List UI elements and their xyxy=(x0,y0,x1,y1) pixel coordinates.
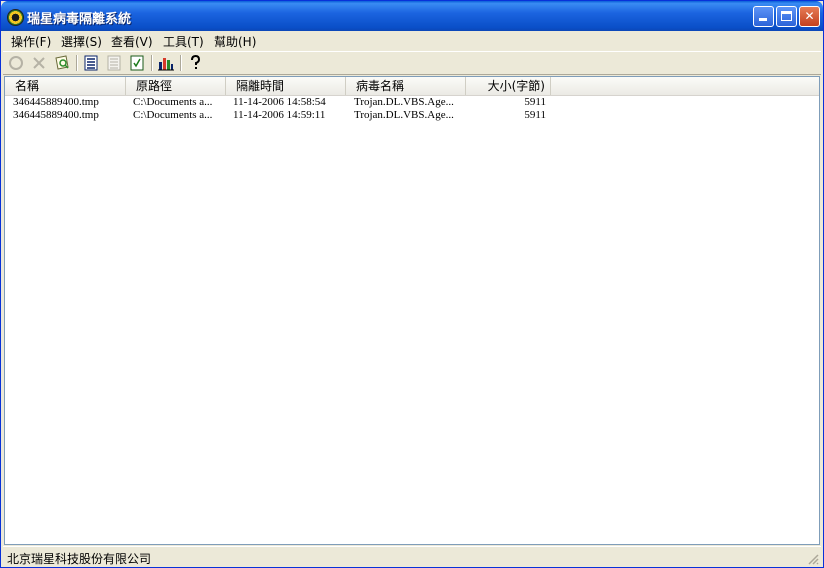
toolbar xyxy=(3,51,821,75)
column-header-quarantine-time[interactable]: 隔離時間 xyxy=(226,77,346,95)
menu-help[interactable]: 幫助(H) xyxy=(214,33,256,50)
minimize-icon xyxy=(759,18,767,21)
cell-name: 346445889400.tmp xyxy=(13,109,99,121)
column-header-size[interactable]: 大小(字節) xyxy=(466,77,551,95)
cell-quarantine-time: 11-14-2006 14:58:54 xyxy=(233,96,326,108)
cell-size: 5911 xyxy=(524,109,546,121)
scan-file-icon[interactable] xyxy=(53,54,71,72)
table-row[interactable]: 346445889400.tmp C:\Documents a... 11-14… xyxy=(5,96,819,109)
grid-list-icon[interactable] xyxy=(105,54,123,72)
quarantine-list[interactable]: 名稱 原路徑 隔離時間 病毒名稱 大小(字節) 346445889400.tmp… xyxy=(4,76,820,545)
menu-bar: 操作(F) 選擇(S) 查看(V) 工具(T) 幫助(H) xyxy=(3,31,821,50)
window-title: 瑞星病毒隔離系統 xyxy=(27,12,132,27)
maximize-button[interactable] xyxy=(776,6,797,27)
toolbar-separator xyxy=(151,55,153,71)
delete-x-icon[interactable] xyxy=(30,54,48,72)
main-window: 瑞星病毒隔離系統 ✕ 操作(F) 選擇(S) 查看(V) 工具(T) 幫助(H) xyxy=(0,0,824,568)
maximize-icon xyxy=(781,11,792,21)
list-header: 名稱 原路徑 隔離時間 病毒名稱 大小(字節) xyxy=(5,77,819,96)
menu-view[interactable]: 查看(V) xyxy=(111,33,153,50)
column-header-original-path[interactable]: 原路徑 xyxy=(126,77,226,95)
resize-grip-icon[interactable] xyxy=(807,553,819,565)
table-row[interactable]: 346445889400.tmp C:\Documents a... 11-14… xyxy=(5,109,819,122)
title-bar[interactable]: 瑞星病毒隔離系統 ✕ xyxy=(1,1,823,31)
cell-quarantine-time: 11-14-2006 14:59:11 xyxy=(233,109,326,121)
cell-virus-name: Trojan.DL.VBS.Age... xyxy=(354,109,454,121)
menu-tools[interactable]: 工具(T) xyxy=(163,33,204,50)
status-bar: 北京瑞星科技股份有限公司 xyxy=(3,546,821,567)
close-button[interactable]: ✕ xyxy=(799,6,820,27)
cell-virus-name: Trojan.DL.VBS.Age... xyxy=(354,96,454,108)
menu-select[interactable]: 選擇(S) xyxy=(61,33,102,50)
minimize-button[interactable] xyxy=(753,6,774,27)
restore-circle-icon[interactable] xyxy=(7,54,25,72)
cell-original-path: C:\Documents a... xyxy=(133,109,213,121)
column-header-virus-name[interactable]: 病毒名稱 xyxy=(346,77,466,95)
bar-chart-icon[interactable] xyxy=(157,54,175,72)
help-icon[interactable] xyxy=(186,54,204,72)
cell-size: 5911 xyxy=(524,96,546,108)
close-icon: ✕ xyxy=(804,9,815,23)
cell-name: 346445889400.tmp xyxy=(13,96,99,108)
cell-original-path: C:\Documents a... xyxy=(133,96,213,108)
doc-check-icon[interactable] xyxy=(128,54,146,72)
status-text: 北京瑞星科技股份有限公司 xyxy=(7,552,152,566)
rising-logo-icon[interactable] xyxy=(7,9,24,26)
detail-list-icon[interactable] xyxy=(82,54,100,72)
column-header-name[interactable]: 名稱 xyxy=(5,77,126,95)
toolbar-separator xyxy=(76,55,78,71)
menu-operation[interactable]: 操作(F) xyxy=(11,33,51,50)
toolbar-separator xyxy=(180,55,182,71)
